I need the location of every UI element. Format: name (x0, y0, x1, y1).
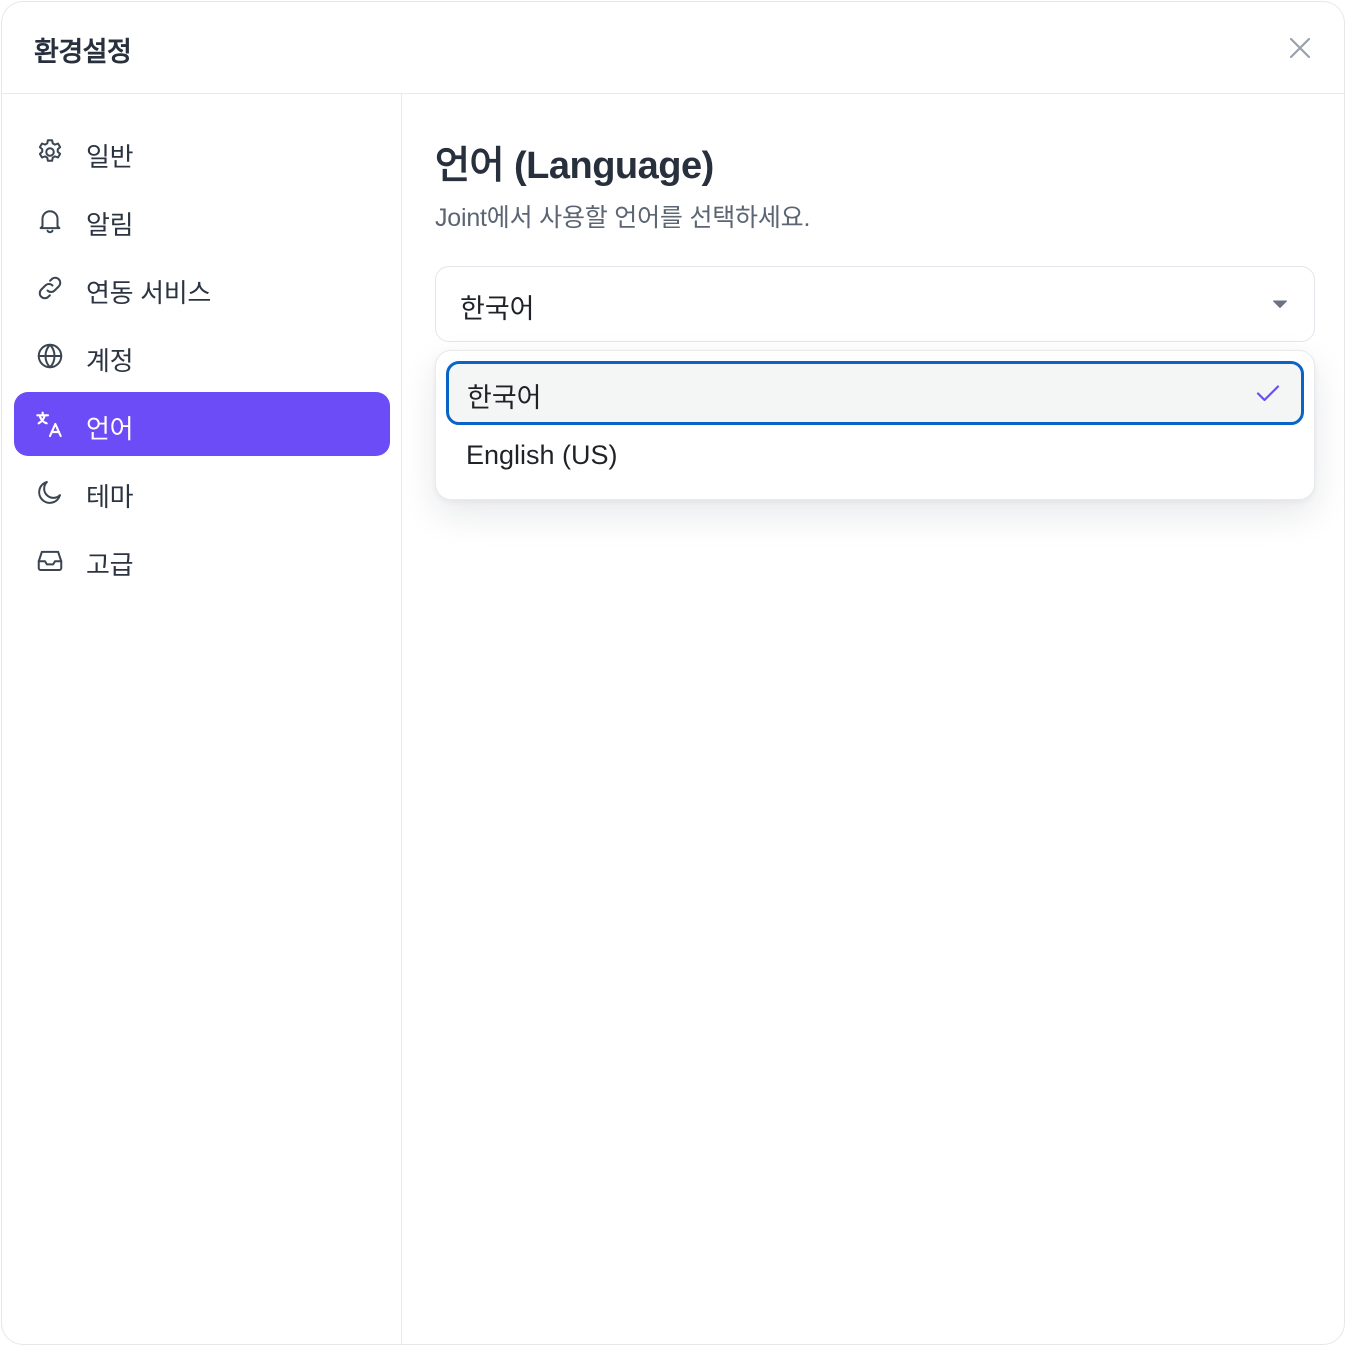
sidebar-item-label: 일반 (86, 142, 134, 172)
sidebar-item-general[interactable]: 일반 (14, 120, 390, 184)
sidebar-item-label: 계정 (86, 346, 134, 376)
dialog-title: 환경설정 (34, 37, 132, 67)
sidebar-item-theme[interactable]: 테마 (14, 460, 390, 524)
sidebar-item-advanced[interactable]: 고급 (14, 528, 390, 592)
language-option-english[interactable]: English (US) (446, 425, 1304, 489)
content-panel: 언어 (Language) Joint에서 사용할 언어를 선택하세요. 한국어… (402, 94, 1344, 1344)
page-description: Joint에서 사용할 언어를 선택하세요. (435, 204, 811, 232)
sidebar-item-label: 알림 (86, 210, 134, 240)
gear-icon (34, 136, 66, 168)
sidebar-item-integrations[interactable]: 연동 서비스 (14, 256, 390, 320)
caret-down-icon (1273, 300, 1287, 308)
sidebar-item-notifications[interactable]: 알림 (14, 188, 390, 252)
language-select[interactable]: 한국어 (435, 266, 1315, 342)
link-icon (34, 272, 66, 304)
bell-icon (34, 204, 66, 236)
page-title: 언어 (Language) (435, 145, 714, 187)
sidebar: 일반 알림 연동 서비스 계정 언어 테마 고급 (2, 94, 402, 1344)
close-button[interactable] (1282, 30, 1318, 66)
sidebar-item-label: 테마 (86, 482, 134, 512)
settings-dialog: 환경설정 일반 알림 연동 서비스 계정 언어 테마 고급 언어 (Langua… (1, 1, 1345, 1345)
language-dropdown: 한국어 English (US) (435, 350, 1315, 500)
sidebar-item-label: 고급 (86, 550, 134, 580)
dialog-header: 환경설정 (2, 2, 1344, 94)
sidebar-item-language[interactable]: 언어 (14, 392, 390, 456)
sidebar-item-label: 연동 서비스 (86, 278, 212, 308)
moon-icon (34, 476, 66, 508)
translate-icon (34, 408, 66, 440)
check-icon (1256, 385, 1280, 402)
option-label: English (US) (466, 440, 618, 470)
option-label: 한국어 (467, 383, 542, 413)
sidebar-item-label: 언어 (86, 414, 134, 444)
language-select-value: 한국어 (460, 294, 535, 324)
close-icon (1289, 37, 1311, 59)
sidebar-item-account[interactable]: 계정 (14, 324, 390, 388)
language-option-korean[interactable]: 한국어 (446, 361, 1304, 425)
inbox-icon (34, 544, 66, 576)
globe-icon (34, 340, 66, 372)
